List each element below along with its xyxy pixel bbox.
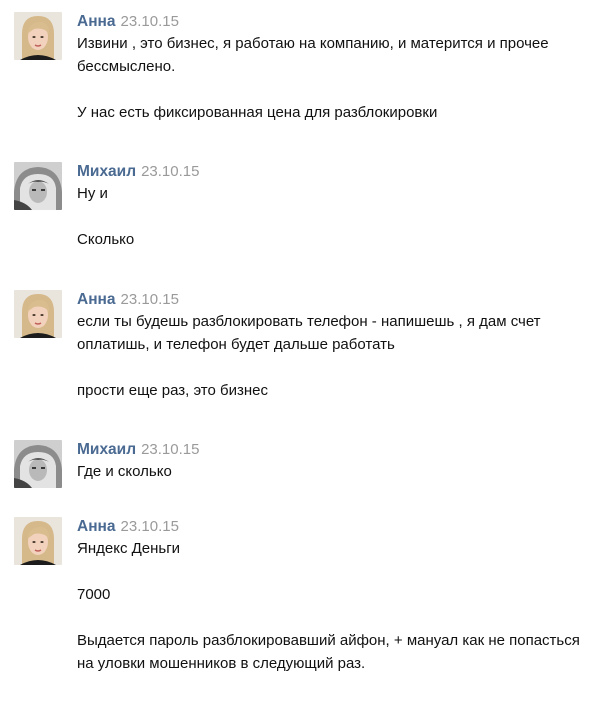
message-body: Анна 23.10.15 если ты будешь разблокирова… — [77, 290, 592, 402]
message-text: если ты будешь разблокировать телефон - … — [77, 313, 541, 353]
message-date[interactable]: 23.10.15 — [121, 518, 179, 535]
message-text: У нас есть фиксированная цена для разбло… — [77, 104, 438, 121]
author-name[interactable]: Анна — [77, 13, 116, 30]
message-body: Михаил 23.10.15 Ну и Сколько — [77, 162, 592, 251]
message-header: Анна 23.10.15 — [77, 517, 592, 537]
anna-avatar-icon[interactable] — [14, 517, 62, 565]
author-name[interactable]: Анна — [77, 518, 116, 535]
message-text: 7000 — [77, 586, 111, 603]
message-date[interactable]: 23.10.15 — [141, 163, 199, 180]
message-text: Сколько — [77, 231, 135, 248]
message-body: Анна 23.10.15 Яндекс Деньги 7000 Выдается… — [77, 517, 592, 675]
anna-avatar-icon[interactable] — [14, 290, 62, 338]
message-text: Выдается пароль разблокировавший айфон, … — [77, 632, 580, 672]
message-header: Анна 23.10.15 — [77, 290, 592, 310]
message-text: Яндекс Деньги — [77, 540, 181, 557]
message-date[interactable]: 23.10.15 — [141, 441, 199, 458]
message-text: прости еще раз, это бизнес — [77, 382, 268, 399]
message-text: Извини , это бизнес, я работаю на компан… — [77, 35, 549, 75]
message-body: Михаил 23.10.15 Где и сколько — [77, 440, 592, 483]
anna-avatar-icon[interactable] — [14, 12, 62, 60]
message-body: Анна 23.10.15 Извини , это бизнес, я рабо… — [77, 12, 592, 124]
chat-history: Анна 23.10.15 Извини , это бизнес, я рабо… — [0, 0, 600, 705]
message-header: Анна 23.10.15 — [77, 12, 592, 32]
author-name[interactable]: Михаил — [77, 441, 136, 458]
message-date[interactable]: 23.10.15 — [121, 291, 179, 308]
message-text: Ну и — [77, 185, 108, 202]
message-header: Михаил 23.10.15 — [77, 162, 592, 182]
mikhail-avatar-icon[interactable] — [14, 162, 62, 210]
message-header: Михаил 23.10.15 — [77, 440, 592, 460]
mikhail-avatar-icon[interactable] — [14, 440, 62, 488]
author-name[interactable]: Михаил — [77, 163, 136, 180]
message-date[interactable]: 23.10.15 — [121, 13, 179, 30]
author-name[interactable]: Анна — [77, 291, 116, 308]
message-text: Где и сколько — [77, 463, 172, 480]
